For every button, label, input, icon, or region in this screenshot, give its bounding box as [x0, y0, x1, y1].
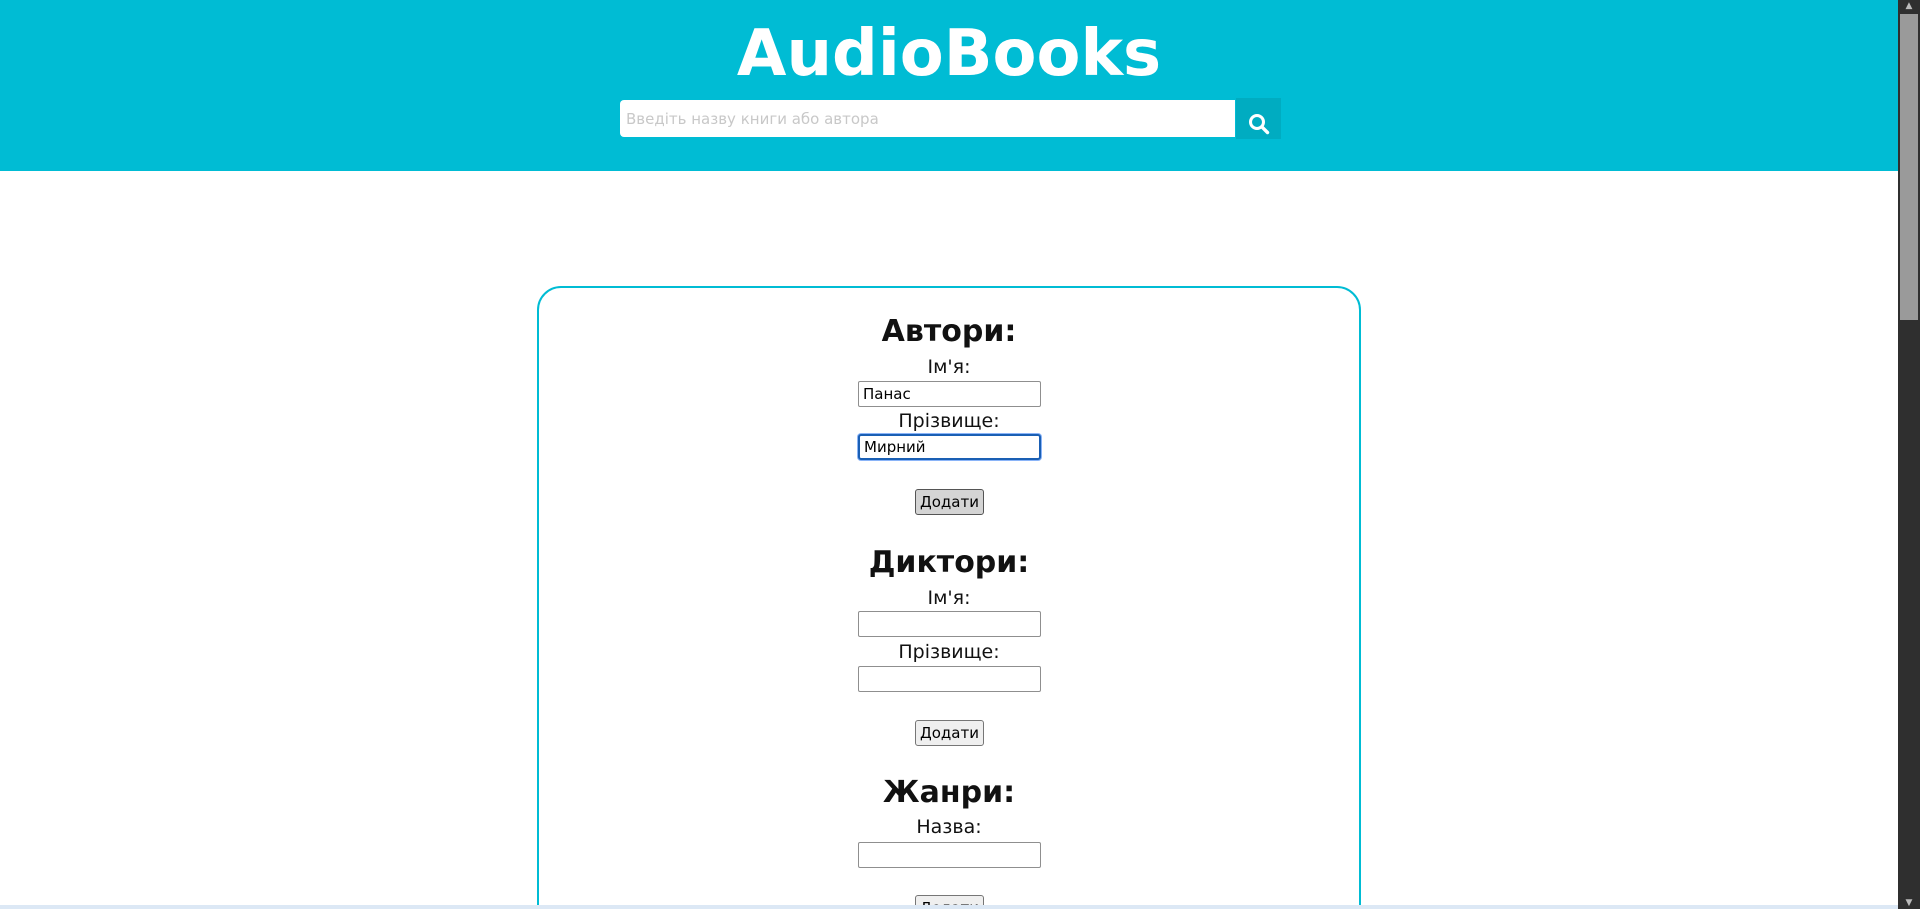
author-first-name-input[interactable]: [858, 381, 1041, 407]
search-input[interactable]: [620, 100, 1235, 137]
add-narrator-button[interactable]: Додати: [915, 720, 984, 746]
author-last-name-input[interactable]: [858, 434, 1041, 460]
scroll-up-arrow-icon[interactable]: ▲: [1900, 0, 1918, 12]
genres-heading: Жанри:: [882, 775, 1016, 810]
narrator-first-name-input[interactable]: [858, 611, 1041, 637]
narrators-heading: Диктори:: [868, 545, 1030, 580]
search-button[interactable]: [1236, 98, 1281, 139]
site-header: AudioBooks: [0, 0, 1898, 171]
site-title: AudioBooks: [736, 17, 1162, 91]
genre-name-label: Назва:: [916, 816, 982, 838]
narrator-first-name-label: Ім'я:: [927, 587, 971, 609]
author-last-name-label: Прізвище:: [898, 410, 1000, 432]
narrator-last-name-input[interactable]: [858, 666, 1041, 692]
scroll-down-arrow-icon[interactable]: ▼: [1900, 897, 1918, 909]
bottom-edge: [0, 905, 1898, 909]
add-author-button[interactable]: Додати: [915, 489, 984, 515]
scrollbar-thumb[interactable]: [1900, 14, 1918, 320]
page: AudioBooks Автори: Ім'я: Прізвище: Додат…: [0, 0, 1920, 909]
authors-heading: Автори:: [881, 314, 1017, 349]
search-icon: [1248, 113, 1269, 134]
author-first-name-label: Ім'я:: [927, 356, 971, 378]
genre-name-input[interactable]: [858, 842, 1041, 868]
narrator-last-name-label: Прізвище:: [898, 641, 1000, 663]
